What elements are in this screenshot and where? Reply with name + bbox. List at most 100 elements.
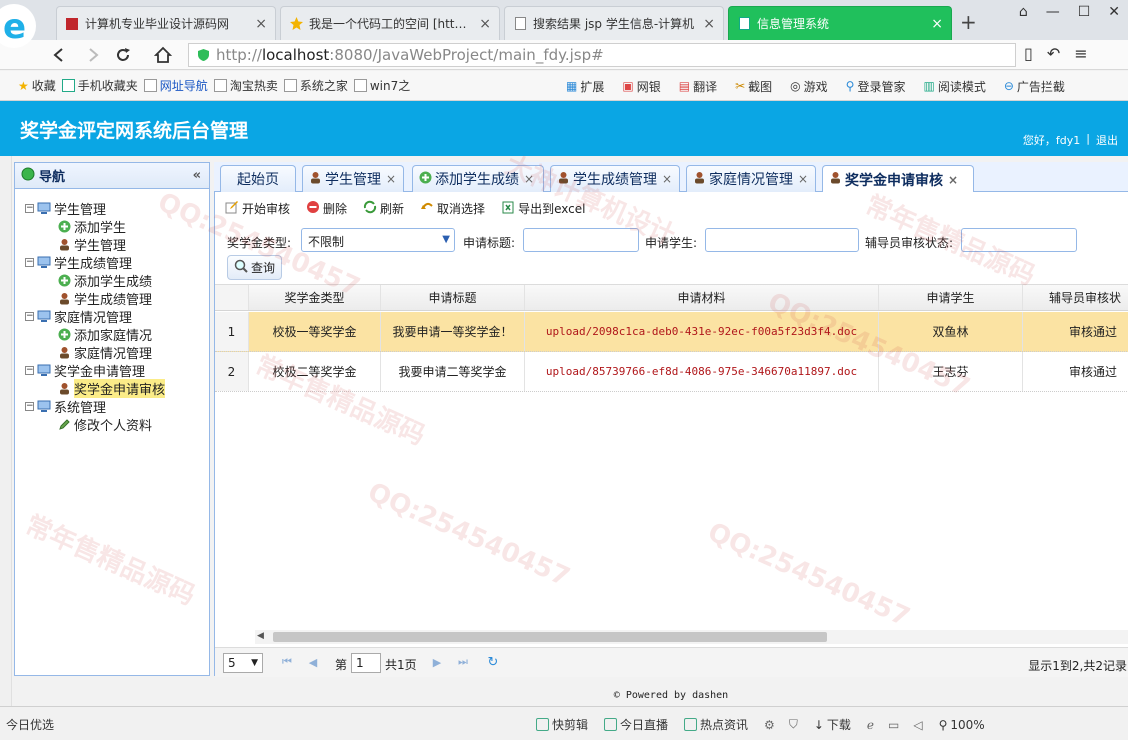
table-row[interactable]: 1 校极一等奖学金 我要申请一等奖学金！ upload/2098c1ca-deb…: [215, 312, 1128, 352]
logout-link[interactable]: 退出: [1096, 132, 1118, 148]
reading-mode-tool[interactable]: ▥ 阅读模式: [923, 78, 985, 95]
address-bar[interactable]: http://localhost:8080/JavaWebProject/mai…: [188, 43, 1016, 67]
prev-page-icon[interactable]: ◀: [305, 653, 321, 671]
extensions-tool[interactable]: ▦ 扩展: [566, 78, 604, 95]
next-page-icon[interactable]: ▶: [429, 653, 445, 671]
browser-tab-1[interactable]: 计算机专业毕业设计源码网 ×: [56, 6, 276, 40]
adblock-tool[interactable]: ⊖ 广告拦截: [1004, 78, 1065, 95]
browser-tab-4-active[interactable]: 信息管理系统 ×: [728, 6, 952, 40]
cancel-select-button[interactable]: 取消选择: [420, 200, 485, 217]
close-icon[interactable]: ×: [662, 172, 672, 186]
apply-student-input[interactable]: [705, 228, 859, 252]
collapse-toggle-icon[interactable]: −: [25, 401, 34, 411]
tree-group-family[interactable]: − 家庭情况管理: [25, 307, 209, 326]
speaker-icon[interactable]: ◁: [913, 718, 922, 732]
status-zoom[interactable]: ⚲ 100%: [939, 718, 985, 732]
status-news[interactable]: 热点资讯: [684, 716, 748, 733]
browser-tab-2[interactable]: 我是一个代码工的空间 [http:// ×: [280, 6, 500, 40]
collapse-toggle-icon[interactable]: −: [25, 365, 34, 375]
home-icon[interactable]: [152, 44, 174, 66]
refresh-button[interactable]: 刷新: [363, 200, 404, 217]
new-tab-button[interactable]: +: [960, 10, 977, 34]
sidebar-item-scholarship-review[interactable]: 奖学金申请审核: [25, 378, 209, 398]
sidebar-item-add-score[interactable]: 添加学生成绩: [25, 271, 209, 290]
sidebar-item-family-manage[interactable]: 家庭情况管理: [25, 343, 209, 362]
close-icon[interactable]: ×: [931, 16, 943, 32]
tab-home[interactable]: 起始页: [220, 165, 296, 192]
translate-tool[interactable]: ▤ 翻译: [679, 78, 717, 95]
tree-group-system[interactable]: − 系统管理: [25, 397, 209, 416]
sidebar-item-add-student[interactable]: 添加学生: [25, 217, 209, 236]
table-cell-file-link[interactable]: upload/85739766-ef8d-4086-975e-346670a11…: [525, 352, 879, 391]
horizontal-scrollbar[interactable]: ◀: [255, 630, 1128, 644]
screenshot-tool[interactable]: ✂ 截图: [735, 78, 772, 95]
tab-family-manage[interactable]: 家庭情况管理 ×: [686, 165, 816, 192]
maximize-button[interactable]: ☐: [1078, 4, 1091, 20]
collapse-toggle-icon[interactable]: −: [25, 257, 34, 267]
column-header[interactable]: 申请材料: [525, 285, 879, 310]
tab-score-manage[interactable]: 学生成绩管理 ×: [550, 165, 680, 192]
tab-scholarship-review[interactable]: 奖学金申请审核 ×: [822, 165, 974, 193]
column-header[interactable]: 奖学金类型: [249, 285, 381, 310]
collapse-toggle-icon[interactable]: −: [25, 311, 34, 321]
collapse-toggle-icon[interactable]: −: [25, 203, 34, 213]
page-number-input[interactable]: 1: [351, 653, 381, 673]
tree-group-student[interactable]: − 学生管理: [25, 199, 209, 218]
bookmark-system[interactable]: 系统之家: [283, 77, 348, 94]
scroll-left-icon[interactable]: ◀: [257, 631, 264, 641]
table-cell-file-link[interactable]: upload/2098c1ca-deb0-431e-92ec-f00a5f23d…: [525, 312, 879, 351]
refresh-icon[interactable]: ↻: [485, 653, 501, 671]
close-icon[interactable]: ×: [255, 16, 267, 32]
forward-button[interactable]: [82, 44, 104, 66]
refresh-icon[interactable]: [112, 44, 134, 66]
column-header[interactable]: 申请标题: [381, 285, 525, 310]
status-quick-clip[interactable]: 快剪辑: [536, 716, 588, 733]
minimize-button[interactable]: —: [1046, 4, 1060, 20]
query-button[interactable]: 查询: [227, 255, 283, 280]
sidebar-item-add-family[interactable]: 添加家庭情况: [25, 325, 209, 344]
page-size-select[interactable]: 5 ▼: [223, 653, 263, 673]
gear-icon[interactable]: ⚙: [764, 718, 775, 732]
bookmark-favorites[interactable]: ★ 收藏: [18, 77, 56, 94]
delete-button[interactable]: 删除: [306, 200, 347, 217]
tab-student-manage[interactable]: 学生管理 ×: [302, 165, 404, 192]
collapse-icon[interactable]: «: [193, 168, 201, 183]
scholarship-type-select[interactable]: 不限制 ▼: [301, 228, 455, 252]
close-icon[interactable]: ×: [524, 172, 534, 186]
status-today-pick[interactable]: 今日优选: [6, 716, 54, 733]
close-window-button[interactable]: ✕: [1108, 4, 1120, 20]
last-page-icon[interactable]: ⏭: [455, 653, 471, 671]
start-review-button[interactable]: 开始审核: [225, 200, 290, 217]
close-icon[interactable]: ×: [386, 172, 396, 186]
bookmark-nav[interactable]: 网址导航: [143, 77, 208, 94]
bookmark-win7[interactable]: win7之: [353, 77, 410, 94]
menu-icon[interactable]: ≡: [1074, 44, 1087, 63]
shield-icon[interactable]: ⛉: [789, 717, 798, 732]
back-button[interactable]: [48, 44, 70, 66]
ie-icon[interactable]: ℯ: [867, 718, 874, 732]
undo-icon[interactable]: ↶: [1047, 44, 1060, 63]
browser-tab-3[interactable]: 搜索结果 jsp 学生信息-计算机 ×: [504, 6, 724, 40]
close-icon[interactable]: ×: [948, 173, 958, 187]
status-live[interactable]: 今日直播: [604, 716, 668, 733]
status-download[interactable]: ↓ 下载: [814, 716, 851, 733]
tab-add-score[interactable]: 添加学生成绩 ×: [412, 165, 544, 192]
close-icon[interactable]: ×: [479, 16, 491, 32]
close-icon[interactable]: ×: [798, 172, 808, 186]
close-icon[interactable]: ×: [703, 16, 715, 32]
games-tool[interactable]: ◎ 游戏: [790, 78, 828, 95]
sidebar-item-score-manage[interactable]: 学生成绩管理: [25, 289, 209, 308]
sidebar-item-student-manage[interactable]: 学生管理: [25, 235, 209, 254]
skin-icon[interactable]: ⌂: [1019, 4, 1028, 20]
window-icon[interactable]: ▭: [888, 718, 899, 732]
scrollbar-thumb[interactable]: [273, 632, 827, 642]
sidebar-item-edit-profile[interactable]: 修改个人资料: [25, 415, 209, 434]
tree-group-score[interactable]: − 学生成绩管理: [25, 253, 209, 272]
login-manager-tool[interactable]: ⚲ 登录管家: [846, 78, 906, 95]
column-header[interactable]: 申请学生: [879, 285, 1023, 310]
export-excel-button[interactable]: 导出到excel: [501, 200, 585, 217]
table-row[interactable]: 2 校极二等奖学金 我要申请二等奖学金 upload/85739766-ef8d…: [215, 352, 1128, 392]
bookmark-taobao[interactable]: 淘宝热卖: [213, 77, 278, 94]
apply-title-input[interactable]: [523, 228, 639, 252]
bookmark-mobile[interactable]: 手机收藏夹: [61, 77, 138, 94]
